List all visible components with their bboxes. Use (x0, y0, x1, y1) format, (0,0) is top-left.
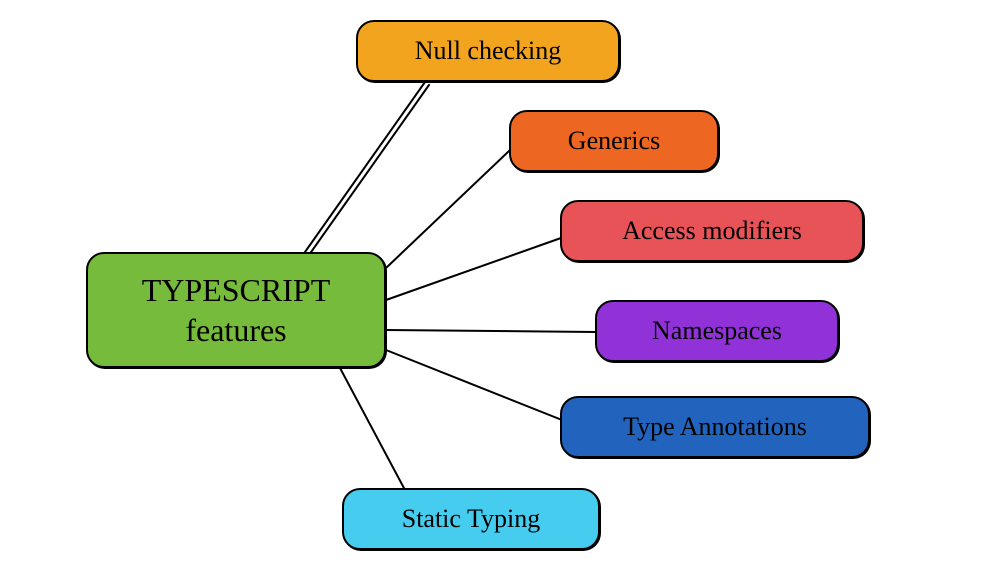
feature-generics: Generics (509, 110, 719, 172)
central-label-line1: TYPESCRIPT (142, 272, 330, 308)
feature-label: Namespaces (652, 315, 782, 348)
feature-null-checking: Null checking (356, 20, 620, 82)
feature-label: Static Typing (402, 503, 541, 536)
feature-label: Generics (568, 125, 660, 158)
diagram-canvas: TYPESCRIPT features Null checking Generi… (0, 0, 1000, 578)
feature-namespaces: Namespaces (595, 300, 839, 362)
feature-static-typing: Static Typing (342, 488, 600, 550)
feature-label: Access modifiers (622, 215, 802, 248)
central-label-line2: features (185, 312, 286, 348)
central-node: TYPESCRIPT features (86, 252, 386, 368)
feature-label: Type Annotations (623, 411, 807, 444)
feature-type-annotations: Type Annotations (560, 396, 870, 458)
feature-access-modifiers: Access modifiers (560, 200, 864, 262)
feature-label: Null checking (415, 35, 562, 68)
